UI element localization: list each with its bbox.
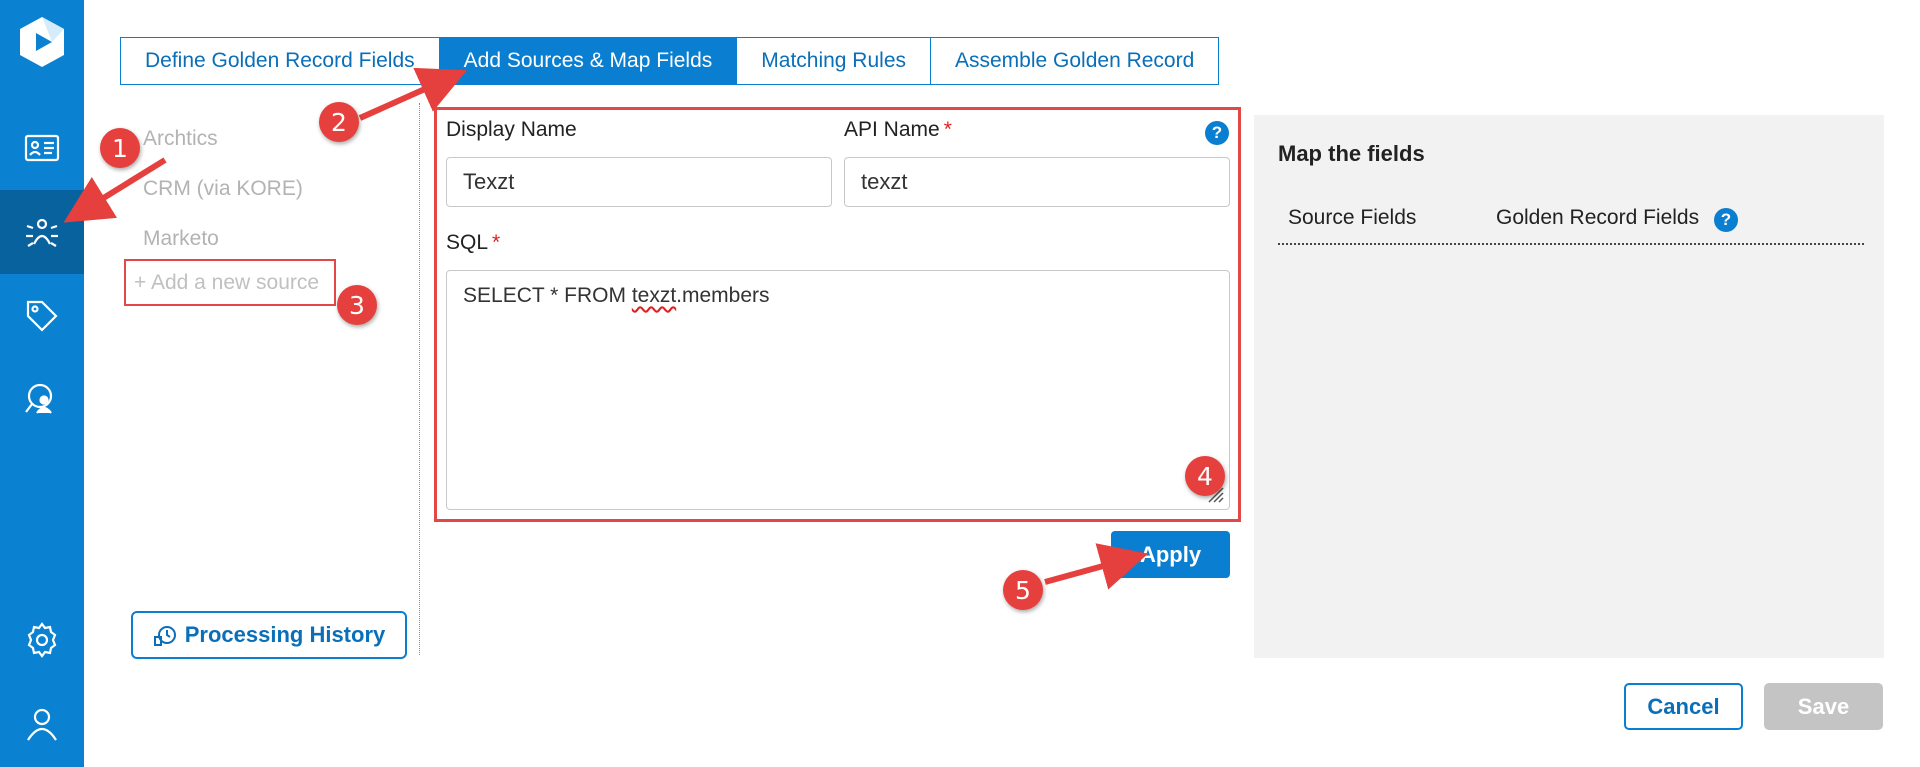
source-item-crm[interactable]: CRM (via KORE) — [143, 177, 303, 201]
processing-history-label: Processing History — [184, 622, 386, 647]
callout-4: 4 — [1185, 456, 1225, 496]
tag-icon[interactable] — [0, 274, 84, 358]
processing-history-button[interactable]: Processing History — [131, 611, 407, 659]
map-divider — [1278, 243, 1864, 245]
bug-network-icon[interactable] — [0, 190, 84, 274]
sidebar — [0, 0, 84, 767]
tab-matching-rules[interactable]: Matching Rules — [737, 38, 931, 84]
logo-icon[interactable] — [14, 14, 70, 70]
callout-3: 3 — [337, 285, 377, 325]
tab-assemble-golden-record[interactable]: Assemble Golden Record — [931, 38, 1219, 84]
callout-1: 1 — [100, 128, 140, 168]
divider — [419, 103, 420, 655]
history-icon — [153, 626, 176, 646]
source-item-marketo[interactable]: Marketo — [143, 227, 219, 251]
help-icon[interactable]: ? — [1714, 208, 1738, 232]
annotation-arrow-2 — [358, 67, 467, 121]
tab-add-sources-map-fields[interactable]: Add Sources & Map Fields — [439, 38, 738, 84]
gear-icon[interactable] — [0, 598, 84, 682]
contact-card-icon[interactable] — [0, 106, 84, 190]
sql-label: SQL * — [446, 231, 501, 254]
add-new-source-link[interactable]: + Add a new source — [124, 259, 336, 306]
tab-define-golden-record-fields[interactable]: Define Golden Record Fields — [121, 38, 440, 84]
source-item-archtics[interactable]: Archtics — [143, 127, 218, 151]
sql-textarea[interactable]: SELECT * FROM texzt.members — [446, 270, 1230, 510]
user-icon[interactable] — [0, 682, 84, 766]
user-search-icon[interactable] — [0, 358, 84, 442]
map-fields-title: Map the fields — [1278, 141, 1425, 166]
wizard-tabs: Define Golden Record Fields Add Sources … — [120, 37, 1220, 85]
api-name-field[interactable]: texzt — [844, 157, 1230, 207]
save-button[interactable]: Save — [1764, 683, 1883, 730]
source-fields-header: Source Fields — [1288, 206, 1417, 229]
api-name-label: API Name * — [844, 118, 952, 141]
display-name-label: Display Name — [446, 118, 577, 141]
help-icon[interactable]: ? — [1205, 121, 1229, 145]
golden-record-fields-header: Golden Record Fields — [1496, 206, 1700, 229]
callout-5: 5 — [1003, 570, 1043, 610]
display-name-field[interactable]: Texzt — [446, 157, 832, 207]
cancel-button[interactable]: Cancel — [1624, 683, 1743, 730]
apply-button[interactable]: Apply — [1111, 531, 1230, 578]
map-fields-panel: Map the fields Source Fields Golden Reco… — [1254, 115, 1884, 658]
callout-2: 2 — [319, 102, 359, 142]
